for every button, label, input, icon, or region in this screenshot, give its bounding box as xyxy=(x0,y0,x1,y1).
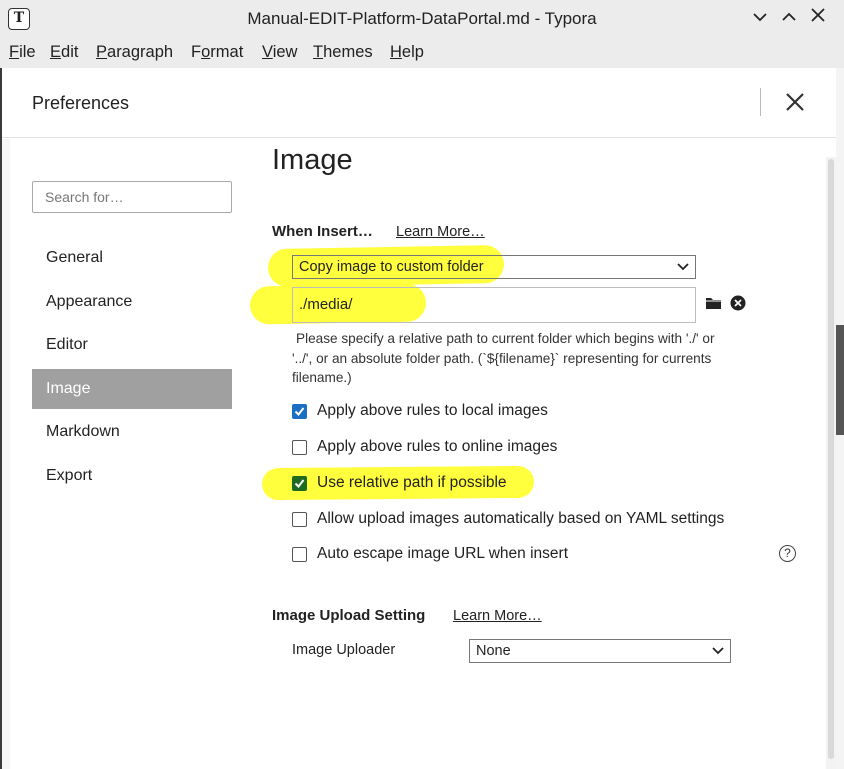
nav-export[interactable]: Export xyxy=(32,456,232,496)
checkbox-checked[interactable] xyxy=(292,404,307,419)
sidebar-edge xyxy=(2,139,10,769)
chevron-down-icon xyxy=(677,263,689,271)
page-title: Image xyxy=(272,144,353,176)
title-bar: T Manual-EDIT-Platform-DataPortal.md - T… xyxy=(0,0,844,38)
preferences-dialog: Preferences General Appearance Editor Im… xyxy=(2,68,836,769)
upload-learn-more-link[interactable]: Learn More… xyxy=(453,608,542,624)
nav-general[interactable]: General xyxy=(32,238,232,278)
uploader-value: None xyxy=(476,643,511,659)
uploader-label: Image Uploader xyxy=(292,642,396,658)
folder-icon[interactable] xyxy=(705,295,723,313)
checkbox-unchecked[interactable] xyxy=(292,440,307,455)
editor-background-block xyxy=(836,325,844,435)
uploader-select[interactable]: None xyxy=(469,639,731,663)
option-label: Auto escape image URL when insert xyxy=(317,545,569,562)
preferences-search-input[interactable] xyxy=(32,181,232,213)
nav-editor[interactable]: Editor xyxy=(32,325,232,365)
scrollbar-thumb[interactable] xyxy=(828,159,834,759)
dialog-header: Preferences xyxy=(2,68,836,138)
custom-folder-input[interactable]: ./media/ xyxy=(292,287,696,323)
menu-format[interactable]: Format xyxy=(191,43,243,62)
dialog-body: General Appearance Editor Image Markdown… xyxy=(2,139,836,769)
header-divider xyxy=(760,88,761,116)
menu-view[interactable]: View xyxy=(262,43,297,62)
option-label: Allow upload images automatically based … xyxy=(317,510,725,527)
maximize-button[interactable] xyxy=(777,6,801,30)
menu-edit[interactable]: Edit xyxy=(50,43,78,62)
dialog-title: Preferences xyxy=(32,93,130,113)
menu-file[interactable]: File xyxy=(9,43,36,62)
checkbox-unchecked[interactable] xyxy=(292,547,307,562)
option-label: Apply above rules to local images xyxy=(317,402,548,419)
checkbox-unchecked[interactable] xyxy=(292,512,307,527)
nav-image[interactable]: Image xyxy=(32,369,232,409)
insert-action-value: Copy image to custom folder xyxy=(299,259,484,275)
window-close-button[interactable] xyxy=(806,6,830,30)
window-title: Manual-EDIT-Platform-DataPortal.md - Typ… xyxy=(247,9,597,28)
menu-themes[interactable]: Themes xyxy=(313,43,373,62)
upload-section-label: Image Upload Setting xyxy=(272,607,426,624)
menu-help[interactable]: Help xyxy=(390,43,424,62)
dialog-close-button[interactable] xyxy=(780,87,810,117)
when-insert-label: When Insert… xyxy=(272,223,373,240)
clear-path-icon[interactable] xyxy=(730,295,748,313)
menu-bar: File Edit Paragraph Format View Themes H… xyxy=(0,38,844,68)
chevron-down-icon xyxy=(712,647,724,655)
nav-markdown[interactable]: Markdown xyxy=(32,412,232,452)
insert-action-select[interactable]: Copy image to custom folder xyxy=(292,255,696,279)
path-hint-text: Please specify a relative path to curren… xyxy=(292,331,715,385)
option-label: Use relative path if possible xyxy=(317,474,507,491)
nav-appearance[interactable]: Appearance xyxy=(32,282,232,322)
option-label: Apply above rules to online images xyxy=(317,438,558,455)
close-icon xyxy=(786,93,804,111)
minimize-button[interactable] xyxy=(748,6,772,30)
help-icon[interactable]: ? xyxy=(779,545,796,562)
menu-paragraph[interactable]: Paragraph xyxy=(96,43,173,62)
checkbox-checked[interactable] xyxy=(292,476,307,491)
learn-more-link[interactable]: Learn More… xyxy=(396,224,485,240)
